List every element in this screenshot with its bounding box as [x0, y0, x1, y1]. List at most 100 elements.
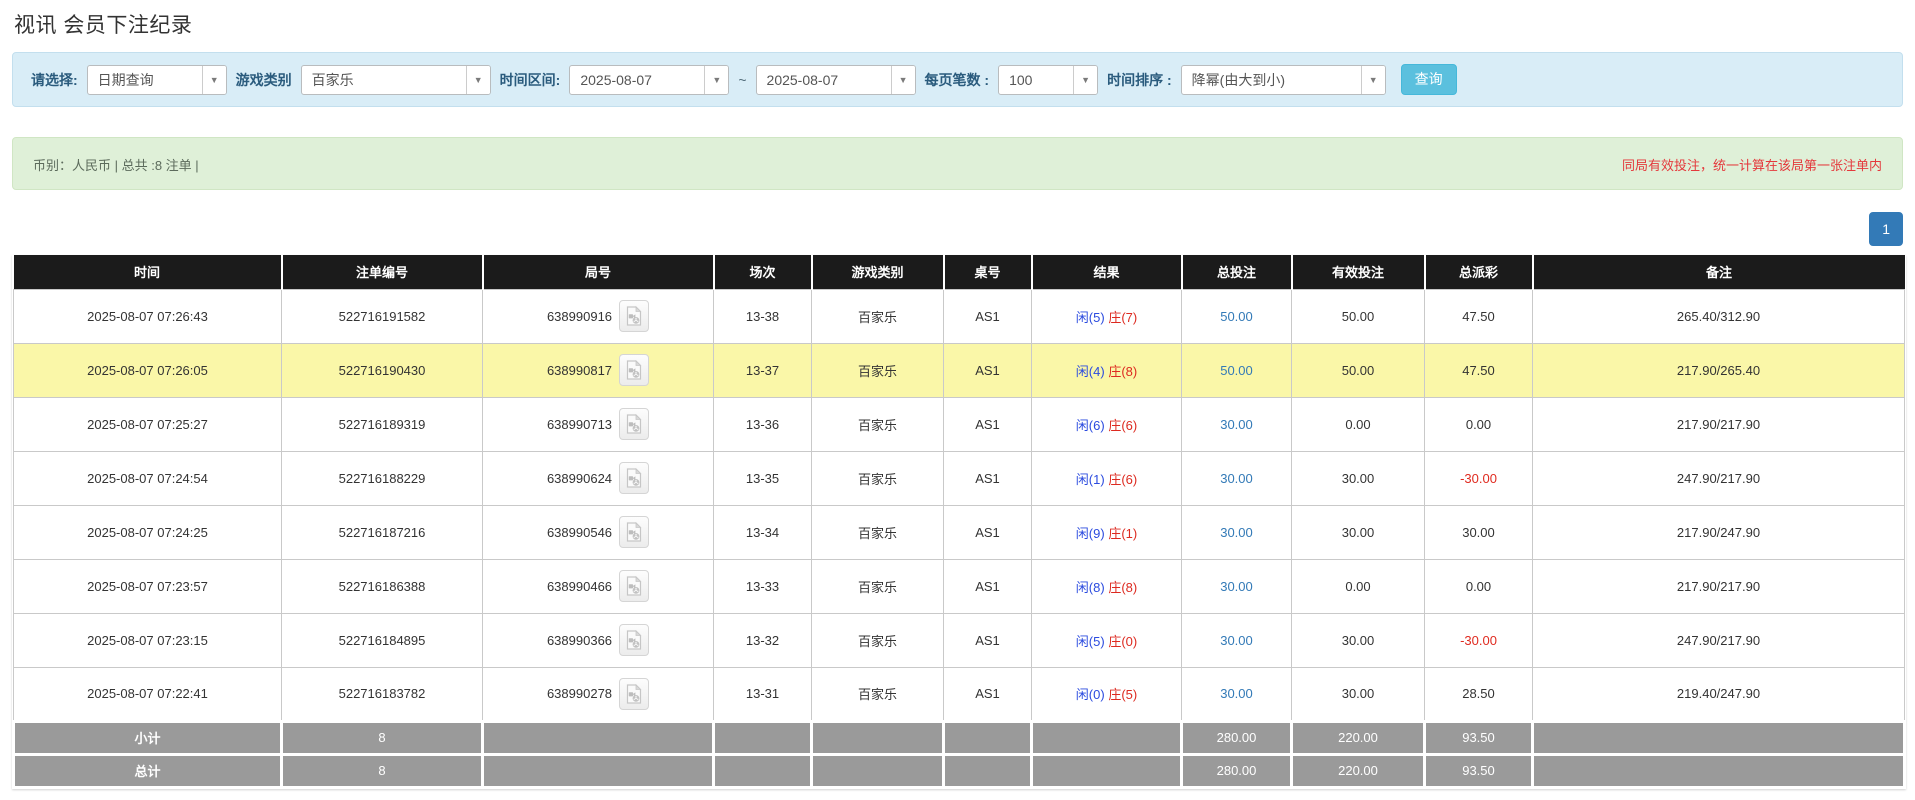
- cell-remark: 265.40/312.90: [1533, 289, 1905, 343]
- cell-total-bet: 50.00: [1182, 289, 1292, 343]
- total-bet-link[interactable]: 50.00: [1220, 363, 1253, 378]
- total-bet-link[interactable]: 30.00: [1220, 633, 1253, 648]
- cell-result: 闲(4) 庄(8): [1032, 343, 1182, 397]
- result-banker: 庄(8): [1108, 364, 1137, 379]
- cell-result: 闲(5) 庄(0): [1032, 613, 1182, 667]
- video-record-button[interactable]: [619, 516, 649, 548]
- video-record-button[interactable]: [619, 570, 649, 602]
- cell-time: 2025-08-07 07:23:15: [14, 613, 282, 667]
- cell-session: 13-31: [714, 667, 812, 721]
- video-record-icon: [626, 360, 642, 380]
- cell-remark: 217.90/247.90: [1533, 505, 1905, 559]
- col-header-round-id: 局号: [483, 255, 714, 289]
- cell-valid-bet: 30.00: [1292, 451, 1425, 505]
- video-record-button[interactable]: [619, 678, 649, 710]
- cell-table-no: AS1: [944, 451, 1032, 505]
- table-row: 2025-08-07 07:24:25 522716187216 6389905…: [14, 505, 1905, 559]
- cell-total-bet: 30.00: [1182, 451, 1292, 505]
- video-record-button[interactable]: [619, 462, 649, 494]
- cell-remark: 247.90/217.90: [1533, 451, 1905, 505]
- cell-session: 13-33: [714, 559, 812, 613]
- cell-game-type: 百家乐: [812, 451, 944, 505]
- cell-game-type: 百家乐: [812, 289, 944, 343]
- chevron-down-icon: ▼: [466, 66, 490, 94]
- col-header-valid-bet: 有效投注: [1292, 255, 1425, 289]
- page-size-select[interactable]: 100 ▼: [998, 65, 1098, 95]
- cell-round-id: 638990916: [483, 289, 714, 343]
- round-id-value: 638990817: [547, 363, 612, 378]
- cell-valid-bet: 0.00: [1292, 559, 1425, 613]
- result-player: 闲(6): [1076, 418, 1105, 433]
- total-bet-link[interactable]: 30.00: [1220, 471, 1253, 486]
- cell-remark: 219.40/247.90: [1533, 667, 1905, 721]
- total-bet-link[interactable]: 30.00: [1220, 686, 1253, 701]
- cell-table-no: AS1: [944, 613, 1032, 667]
- result-player: 闲(8): [1076, 580, 1105, 595]
- cell-payout: -30.00: [1425, 613, 1533, 667]
- chevron-down-icon: ▼: [1361, 66, 1385, 94]
- round-id-value: 638990624: [547, 471, 612, 486]
- cell-bet-id: 522716191582: [282, 289, 483, 343]
- cell-game-type: 百家乐: [812, 397, 944, 451]
- cell-total-bet: 30.00: [1182, 559, 1292, 613]
- cell-valid-bet: 0.00: [1292, 397, 1425, 451]
- cell-payout: 0.00: [1425, 559, 1533, 613]
- cell-game-type: 百家乐: [812, 343, 944, 397]
- cell-session: 13-36: [714, 397, 812, 451]
- cell-time: 2025-08-07 07:24:25: [14, 505, 282, 559]
- video-record-icon: [626, 522, 642, 542]
- table-row: 2025-08-07 07:25:27 522716189319 6389907…: [14, 397, 1905, 451]
- total-bet-link[interactable]: 30.00: [1220, 579, 1253, 594]
- col-header-result: 结果: [1032, 255, 1182, 289]
- video-record-button[interactable]: [619, 300, 649, 332]
- cell-round-id: 638990624: [483, 451, 714, 505]
- cell-bet-id: 522716184895: [282, 613, 483, 667]
- query-type-select[interactable]: 日期查询 ▼: [87, 65, 227, 95]
- game-type-select[interactable]: 百家乐 ▼: [301, 65, 491, 95]
- date-to-select[interactable]: 2025-08-07 ▼: [756, 65, 916, 95]
- cell-bet-id: 522716188229: [282, 451, 483, 505]
- video-record-button[interactable]: [619, 354, 649, 386]
- chevron-down-icon: ▼: [704, 66, 728, 94]
- cell-valid-bet: 50.00: [1292, 343, 1425, 397]
- date-from-select[interactable]: 2025-08-07 ▼: [569, 65, 729, 95]
- cell-table-no: AS1: [944, 559, 1032, 613]
- cell-payout: 47.50: [1425, 343, 1533, 397]
- video-record-button[interactable]: [619, 624, 649, 656]
- video-record-button[interactable]: [619, 408, 649, 440]
- cell-remark: 247.90/217.90: [1533, 613, 1905, 667]
- cell-total-bet: 30.00: [1182, 505, 1292, 559]
- video-record-icon: [626, 468, 642, 488]
- cell-valid-bet: 30.00: [1292, 505, 1425, 559]
- table-row: 2025-08-07 07:26:05 522716190430 6389908…: [14, 343, 1905, 397]
- table-row: 2025-08-07 07:22:41 522716183782 6389902…: [14, 667, 1905, 721]
- query-type-label: 请选择:: [31, 70, 78, 90]
- sort-order-label: 时间排序 :: [1107, 70, 1172, 90]
- cell-remark: 217.90/265.40: [1533, 343, 1905, 397]
- cell-remark: 217.90/217.90: [1533, 397, 1905, 451]
- cell-table-no: AS1: [944, 667, 1032, 721]
- chevron-down-icon: ▼: [1073, 66, 1097, 94]
- sort-order-select[interactable]: 降幂(由大到小) ▼: [1181, 65, 1386, 95]
- round-id-value: 638990366: [547, 633, 612, 648]
- cell-remark: 217.90/217.90: [1533, 559, 1905, 613]
- round-id-value: 638990916: [547, 309, 612, 324]
- pagination-page-1[interactable]: 1: [1869, 212, 1903, 246]
- sort-order-value: 降幂(由大到小): [1182, 66, 1361, 94]
- date-from-value: 2025-08-07: [570, 66, 704, 94]
- total-bet-link[interactable]: 30.00: [1220, 525, 1253, 540]
- result-banker: 庄(7): [1108, 310, 1137, 325]
- cell-payout: -30.00: [1425, 451, 1533, 505]
- cell-round-id: 638990713: [483, 397, 714, 451]
- total-payout: 93.50: [1425, 754, 1533, 787]
- total-total-bet: 280.00: [1182, 754, 1292, 787]
- subtotal-count: 8: [282, 721, 483, 754]
- search-button[interactable]: 查询: [1401, 64, 1457, 95]
- total-bet-link[interactable]: 50.00: [1220, 309, 1253, 324]
- filter-bar: 请选择: 日期查询 ▼ 游戏类别 百家乐 ▼ 时间区间: 2025-08-07 …: [12, 52, 1903, 107]
- cell-round-id: 638990366: [483, 613, 714, 667]
- col-header-session: 场次: [714, 255, 812, 289]
- total-bet-link[interactable]: 30.00: [1220, 417, 1253, 432]
- time-range-label: 时间区间:: [500, 70, 561, 90]
- cell-result: 闲(6) 庄(6): [1032, 397, 1182, 451]
